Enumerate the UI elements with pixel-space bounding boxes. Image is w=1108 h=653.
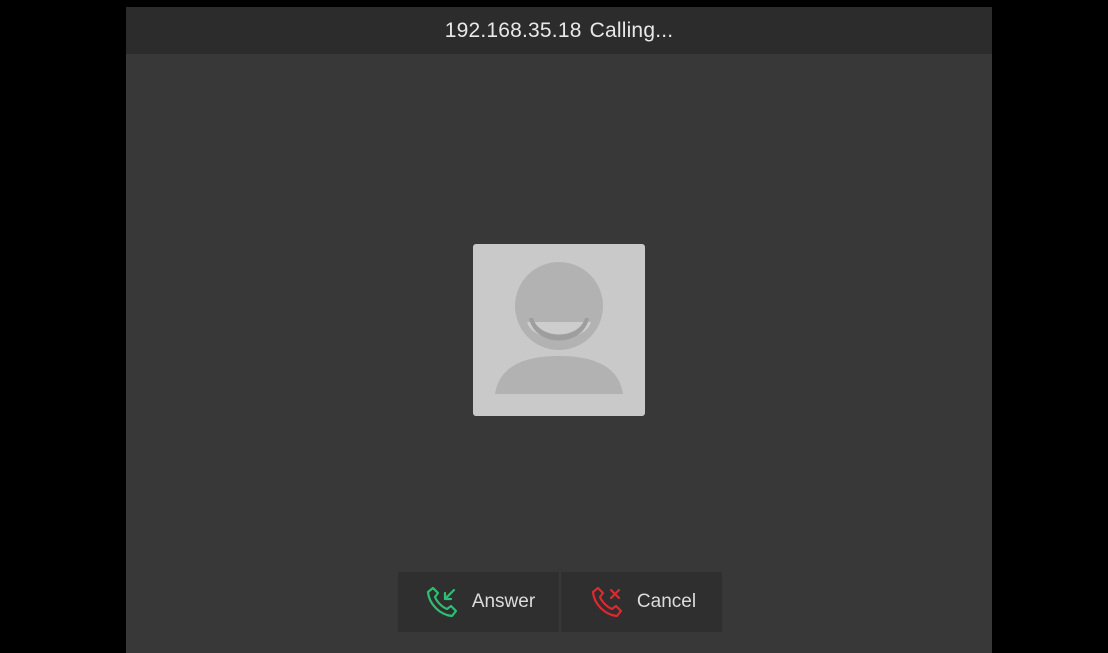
caller-address: 192.168.35.18	[444, 18, 582, 42]
answer-label: Answer	[471, 591, 536, 612]
cancel-button[interactable]: Cancel	[561, 572, 722, 632]
call-action-bar: Answer Cancel	[398, 572, 722, 632]
answer-button[interactable]: Answer	[398, 572, 559, 632]
cancel-label: Cancel	[636, 591, 697, 612]
phone-incoming-icon	[422, 582, 462, 622]
call-title: 192.168.35.18 Calling...	[445, 19, 674, 43]
call-title-bar: 192.168.35.18 Calling...	[126, 7, 992, 54]
person-placeholder-icon	[495, 262, 623, 394]
call-status: Calling...	[589, 18, 674, 42]
call-screen: 192.168.35.18 Calling... Answer Cancel	[126, 7, 992, 653]
video-letterbox: 192.168.35.18 Calling... Answer Cancel	[0, 0, 1108, 653]
phone-decline-icon	[587, 582, 627, 622]
caller-avatar	[473, 244, 645, 416]
